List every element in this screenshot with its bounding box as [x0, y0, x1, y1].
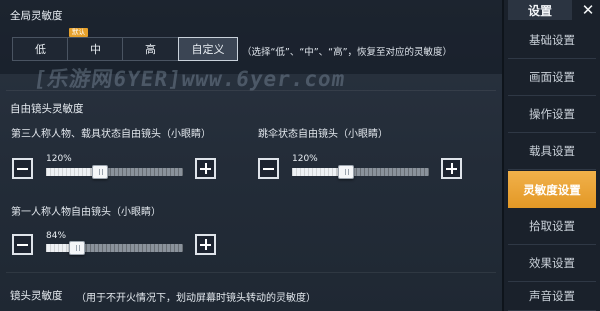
- increase-parachute-button[interactable]: [441, 158, 462, 179]
- camera-hint-text: （用于不开火情况下，划动屏幕时镜头转动的灵敏度）: [76, 293, 316, 304]
- watermark: [乐游网6YER]www.6yer.com: [32, 67, 348, 91]
- sidebar-title: 设置: [508, 0, 572, 20]
- global-hint-text: （选择“低”、“中”、“高”，恢复至对应的灵敏度）: [242, 47, 453, 58]
- slider-track-fpp[interactable]: [46, 244, 183, 252]
- option-custom-button[interactable]: 自定义: [178, 37, 238, 61]
- option-low-button[interactable]: 低: [12, 37, 69, 61]
- slider-track-tpp[interactable]: [46, 168, 183, 176]
- slider-track-parachute[interactable]: [292, 168, 429, 176]
- divider: [6, 272, 496, 273]
- slider-label-fpp: 第一人称人物自由镜头（小眼睛）: [11, 207, 161, 218]
- decrease-tpp-button[interactable]: [12, 158, 33, 179]
- settings-sidebar: 设置 ✕ 基础设置 画面设置 操作设置 载具设置 灵敏度设置 拾取设置 效果设置…: [502, 0, 600, 311]
- increase-tpp-button[interactable]: [195, 158, 216, 179]
- sidebar-item-basic[interactable]: 基础设置: [508, 22, 596, 59]
- slider-value-tpp: 120%: [46, 154, 72, 164]
- camera-sensitivity-title: 镜头灵敏度: [10, 290, 63, 302]
- sidebar-item-vehicle[interactable]: 载具设置: [508, 133, 596, 170]
- sidebar-item-graphics[interactable]: 画面设置: [508, 59, 596, 96]
- sidebar-item-pickup[interactable]: 拾取设置: [508, 208, 596, 245]
- settings-panel: 全局灵敏度 低 中 高 自定义 默认 （选择“低”、“中”、“高”，恢复至对应的…: [0, 0, 502, 311]
- free-look-title: 自由镜头灵敏度: [10, 103, 84, 115]
- sidebar-item-sound[interactable]: 声音设置: [508, 282, 596, 311]
- slider-thumb-parachute[interactable]: [338, 165, 354, 179]
- increase-fpp-button[interactable]: [195, 234, 216, 255]
- slider-thumb-tpp[interactable]: [92, 165, 108, 179]
- decrease-fpp-button[interactable]: [12, 234, 33, 255]
- slider-label-tpp: 第三人称人物、载具状态自由镜头（小眼睛）: [11, 129, 211, 140]
- global-sensitivity-title: 全局灵敏度: [10, 10, 63, 22]
- decrease-parachute-button[interactable]: [258, 158, 279, 179]
- default-badge: 默认: [69, 28, 88, 37]
- slider-thumb-fpp[interactable]: [69, 241, 85, 255]
- sidebar-header: 设置 ✕: [504, 0, 600, 20]
- close-icon[interactable]: ✕: [576, 0, 600, 20]
- option-high-button[interactable]: 高: [122, 37, 179, 61]
- slider-label-parachute: 跳伞状态自由镜头（小眼睛）: [258, 129, 388, 140]
- slider-value-parachute: 120%: [292, 154, 318, 164]
- sidebar-item-controls[interactable]: 操作设置: [508, 96, 596, 133]
- sidebar-item-sensitivity[interactable]: 灵敏度设置: [508, 171, 596, 208]
- option-medium-button[interactable]: 中: [67, 37, 124, 61]
- sidebar-item-effects[interactable]: 效果设置: [508, 245, 596, 282]
- slider-value-fpp: 84%: [46, 231, 67, 241]
